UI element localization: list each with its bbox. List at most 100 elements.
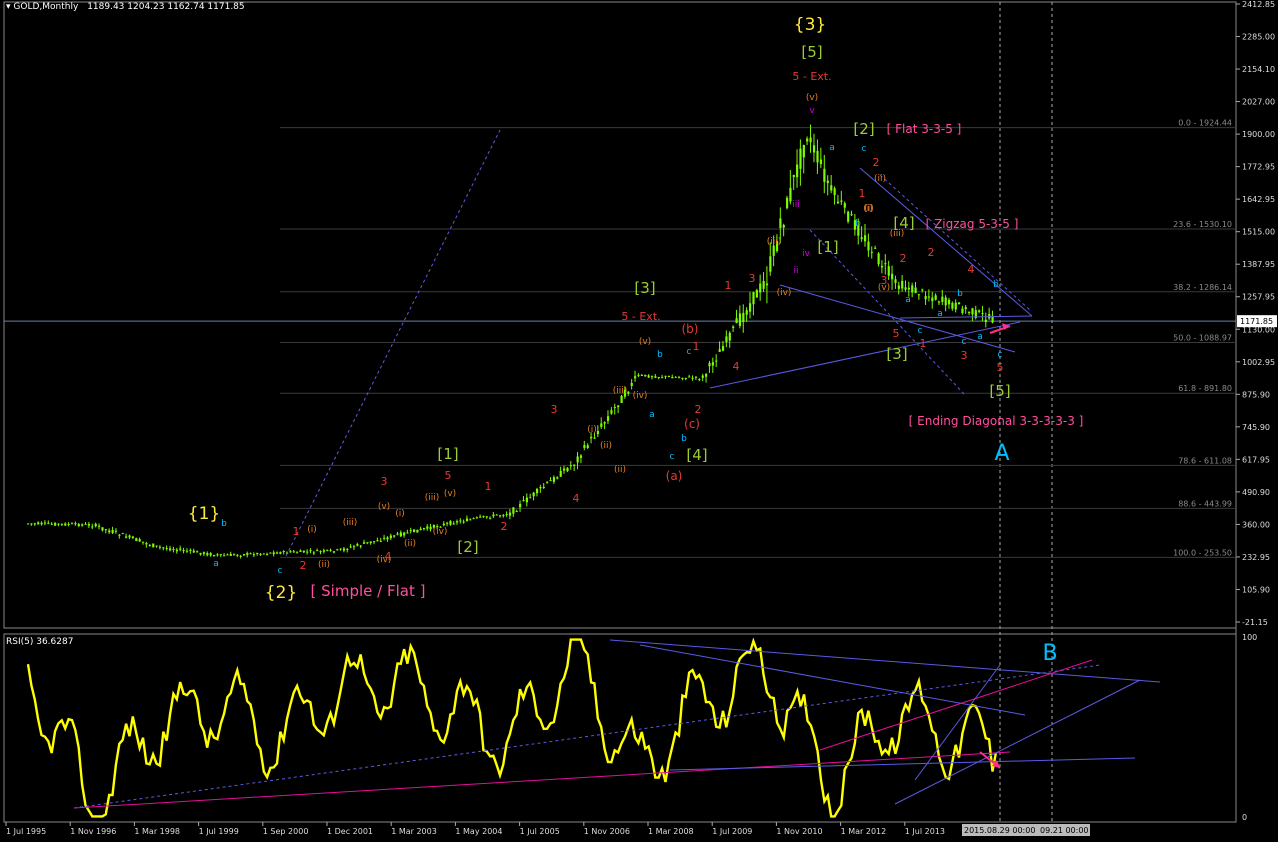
wave-label: {1} (188, 504, 220, 524)
candle-body (319, 551, 322, 553)
candle-body (833, 188, 836, 196)
candle-body (847, 211, 850, 222)
candle-body (951, 302, 954, 309)
wave-label-small: a (977, 332, 983, 342)
wave-label-small: a (905, 295, 911, 305)
candle-body (978, 310, 981, 312)
candle-body (138, 539, 141, 542)
candle-body (131, 536, 135, 538)
dotted-trendline (285, 129, 501, 557)
candle-body (91, 526, 94, 528)
candle-body (759, 283, 762, 293)
candle-body (718, 349, 721, 352)
candle-body (725, 336, 728, 343)
candle-body (792, 174, 795, 178)
candle-body (505, 514, 508, 516)
candle-body (209, 553, 212, 556)
candle-body (603, 422, 606, 424)
wave-label-small: 2 (928, 246, 935, 259)
candle-body (369, 541, 372, 544)
candle-body (769, 256, 772, 272)
fib-level-label: 78.6 - 611.08 (1178, 456, 1232, 465)
candle-body (256, 552, 259, 554)
main-panel-frame (3, 1, 1237, 629)
candle-body (819, 159, 823, 165)
wave-label-small: 5 (445, 469, 452, 482)
candle-body (785, 197, 789, 209)
zigzag-upper-trendline (859, 167, 1033, 317)
candle-body (542, 486, 545, 488)
candle-body (650, 376, 654, 378)
candle-body (606, 416, 610, 421)
candle-body (465, 518, 469, 522)
x-axis-label: 1 Nov 1996 (70, 827, 116, 836)
wave-label-small: 1 (693, 340, 700, 353)
candle-body (185, 550, 189, 552)
candle-body (148, 545, 151, 547)
candle-body (329, 549, 332, 551)
candle-body (921, 289, 924, 291)
candle-body (202, 552, 206, 554)
wave-label-small: b (657, 350, 663, 360)
candle-body (634, 376, 637, 379)
candle-body (684, 377, 687, 379)
wave-label-small: 4 (385, 550, 392, 563)
candle-body (296, 552, 299, 554)
candle-body (98, 525, 101, 527)
price-axis-label: 875.90 (1242, 390, 1270, 399)
collapse-arrow-icon[interactable]: ▾ (6, 2, 11, 12)
wave-label: [ Simple / Flat ] (311, 582, 426, 600)
wave-label-small: (iii) (613, 386, 628, 396)
candle-body (472, 518, 475, 520)
candle-body (860, 237, 863, 240)
wave-label: {2} (265, 583, 297, 603)
candle-body (701, 375, 704, 378)
candle-body (376, 540, 379, 542)
candle-body (559, 470, 562, 477)
wave-label: (c) (684, 417, 700, 431)
candle-body (373, 541, 376, 543)
wave-label-small: (iv) (633, 391, 648, 401)
wave-label: [2] (853, 120, 874, 138)
candle-body (667, 375, 671, 377)
wave-label: [ Zigzag 5-3-5 ] (926, 217, 1019, 231)
candle-body (596, 430, 600, 435)
candle-body (894, 279, 897, 283)
candle-body (60, 523, 64, 525)
candle-body (101, 527, 104, 531)
candle-body (121, 533, 124, 535)
candle-body (958, 302, 961, 305)
x-axis-label: 1 May 2004 (455, 827, 502, 836)
wave-label-small: (iv) (433, 527, 448, 537)
fib-level-label: 88.6 - 443.99 (1178, 499, 1232, 508)
rsi-magenta-trendline (819, 659, 1093, 751)
candle-body (984, 319, 987, 323)
candle-body (239, 555, 242, 557)
candle-body (346, 549, 349, 551)
candle-body (796, 164, 799, 178)
candle-body (981, 313, 984, 315)
wave-label-small: 4 (968, 263, 975, 276)
wave-label-small: b (221, 519, 227, 529)
wave-label: {3} (794, 15, 826, 35)
candle-body (111, 530, 114, 534)
candle-body (442, 523, 445, 526)
candle-body (954, 302, 957, 310)
candle-body (904, 287, 907, 290)
candle-body (752, 292, 755, 305)
wave-label-small: (i) (395, 509, 405, 519)
price-axis-label: 2285.00 (1242, 33, 1275, 42)
candle-body (172, 549, 175, 551)
wave-label-small: 1 (920, 337, 927, 350)
candle-body (640, 374, 643, 376)
candle-body (356, 544, 359, 546)
candle-body (691, 377, 694, 379)
wave-label-small: b (957, 289, 963, 299)
candle-body (620, 395, 623, 403)
zigzag-lower-trendline (899, 315, 1033, 319)
candle-body (145, 543, 148, 545)
candle-body (179, 548, 182, 550)
candle-body (409, 530, 412, 532)
wave-label: 3 (749, 272, 756, 285)
candle-body (128, 535, 131, 538)
